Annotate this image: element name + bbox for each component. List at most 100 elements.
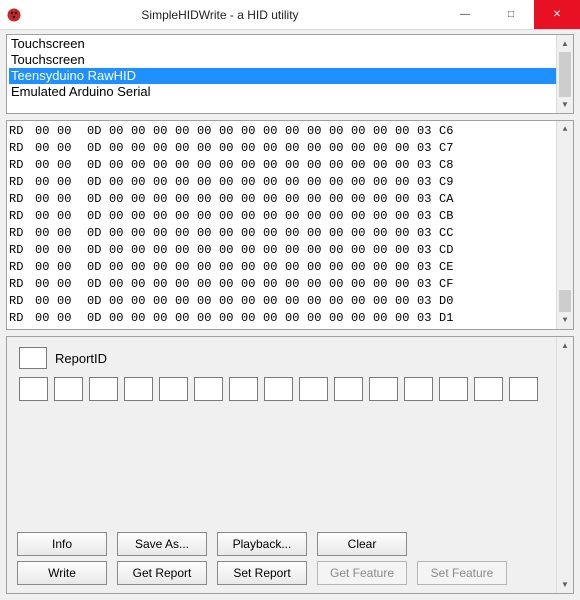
- byte-input[interactable]: [159, 377, 188, 401]
- device-list-scrollbar[interactable]: ▲ ▼: [556, 35, 573, 113]
- device-item[interactable]: Touchscreen: [9, 36, 571, 52]
- byte-input[interactable]: [369, 377, 398, 401]
- log-row: RD00000D000000000000000000000000000003C7: [9, 140, 571, 157]
- scroll-up-icon[interactable]: ▲: [557, 337, 573, 354]
- log-cell: 0D: [87, 123, 109, 140]
- save-as-button[interactable]: Save As...: [117, 532, 207, 556]
- scroll-down-icon[interactable]: ▼: [557, 576, 573, 593]
- log-cell: 00: [329, 191, 351, 208]
- log-cell: 00: [153, 242, 175, 259]
- byte-input[interactable]: [124, 377, 153, 401]
- log-cell: 00: [307, 208, 329, 225]
- device-item[interactable]: Touchscreen: [9, 52, 571, 68]
- scroll-thumb[interactable]: [559, 290, 571, 312]
- scroll-up-icon[interactable]: ▲: [557, 35, 573, 52]
- log-cell: CF: [439, 276, 465, 293]
- device-item[interactable]: Teensyduino RawHID: [9, 68, 571, 84]
- log-cell: C8: [439, 157, 465, 174]
- byte-input[interactable]: [404, 377, 433, 401]
- log-cell: 00: [351, 140, 373, 157]
- log-scrollbar[interactable]: ▲ ▼: [556, 121, 573, 329]
- log-cell: 00: [57, 310, 87, 327]
- log-cell: 00: [395, 242, 417, 259]
- scroll-down-icon[interactable]: ▼: [557, 96, 573, 113]
- log-cell: 00: [35, 225, 57, 242]
- set-report-button[interactable]: Set Report: [217, 561, 307, 585]
- report-id-label: ReportID: [55, 351, 107, 366]
- input-panel-scrollbar[interactable]: ▲ ▼: [556, 337, 573, 593]
- log-cell: 00: [241, 259, 263, 276]
- log-cell: 00: [307, 259, 329, 276]
- titlebar[interactable]: SimpleHIDWrite - a HID utility — □ ✕: [0, 0, 580, 30]
- log-cell: 00: [35, 310, 57, 327]
- log-cell: 00: [109, 208, 131, 225]
- log-cell: 00: [263, 140, 285, 157]
- log-cell: 00: [329, 140, 351, 157]
- log-cell: 00: [57, 157, 87, 174]
- log-cell: 00: [373, 225, 395, 242]
- log-cell: 00: [351, 242, 373, 259]
- scroll-down-icon[interactable]: ▼: [557, 312, 573, 329]
- device-item[interactable]: Emulated Arduino Serial: [9, 84, 571, 100]
- log-cell: 00: [131, 123, 153, 140]
- byte-input[interactable]: [19, 377, 48, 401]
- write-button[interactable]: Write: [17, 561, 107, 585]
- log-cell: 00: [35, 293, 57, 310]
- log-cell: 0D: [87, 259, 109, 276]
- log-cell: 03: [417, 123, 439, 140]
- clear-button[interactable]: Clear: [317, 532, 407, 556]
- scroll-up-icon[interactable]: ▲: [557, 121, 573, 138]
- log-cell: 00: [153, 259, 175, 276]
- log-cell: RD: [9, 174, 35, 191]
- log-cell: 00: [131, 293, 153, 310]
- log-cell: 00: [285, 191, 307, 208]
- log-cell: RD: [9, 225, 35, 242]
- scroll-thumb[interactable]: [559, 52, 571, 97]
- log-cell: 00: [109, 242, 131, 259]
- byte-input[interactable]: [54, 377, 83, 401]
- log-cell: 00: [395, 259, 417, 276]
- log-cell: 0D: [87, 293, 109, 310]
- byte-input[interactable]: [194, 377, 223, 401]
- log-cell: 00: [175, 310, 197, 327]
- log-cell: 00: [131, 174, 153, 191]
- log-cell: 03: [417, 310, 439, 327]
- minimize-button[interactable]: —: [442, 0, 488, 29]
- byte-input[interactable]: [439, 377, 468, 401]
- log-cell: 00: [57, 140, 87, 157]
- log-cell: C9: [439, 174, 465, 191]
- log-cell: 0D: [87, 225, 109, 242]
- log-row: RD00000D000000000000000000000000000003CD: [9, 242, 571, 259]
- device-list[interactable]: TouchscreenTouchscreenTeensyduino RawHID…: [6, 34, 574, 114]
- log-cell: 00: [35, 174, 57, 191]
- log-cell: 00: [57, 225, 87, 242]
- log-cell: 00: [395, 191, 417, 208]
- log-cell: 00: [175, 293, 197, 310]
- close-button[interactable]: ✕: [534, 0, 580, 29]
- log-cell: 00: [285, 293, 307, 310]
- log-cell: 00: [35, 140, 57, 157]
- info-button[interactable]: Info: [17, 532, 107, 556]
- log-cell: 00: [307, 242, 329, 259]
- report-id-input[interactable]: [19, 347, 47, 369]
- log-cell: 03: [417, 140, 439, 157]
- log-cell: 00: [285, 242, 307, 259]
- byte-input[interactable]: [299, 377, 328, 401]
- log-cell: 00: [109, 310, 131, 327]
- log-cell: 00: [241, 276, 263, 293]
- log-cell: RD: [9, 242, 35, 259]
- log-cell: 00: [57, 174, 87, 191]
- byte-input[interactable]: [229, 377, 258, 401]
- log-cell: 00: [175, 208, 197, 225]
- log-cell: 00: [219, 293, 241, 310]
- byte-input[interactable]: [509, 377, 538, 401]
- byte-input[interactable]: [89, 377, 118, 401]
- byte-input[interactable]: [474, 377, 503, 401]
- maximize-button[interactable]: □: [488, 0, 534, 29]
- byte-input[interactable]: [264, 377, 293, 401]
- get-report-button[interactable]: Get Report: [117, 561, 207, 585]
- byte-input[interactable]: [334, 377, 363, 401]
- log-cell: 00: [219, 242, 241, 259]
- log-cell: 00: [153, 140, 175, 157]
- playback-button[interactable]: Playback...: [217, 532, 307, 556]
